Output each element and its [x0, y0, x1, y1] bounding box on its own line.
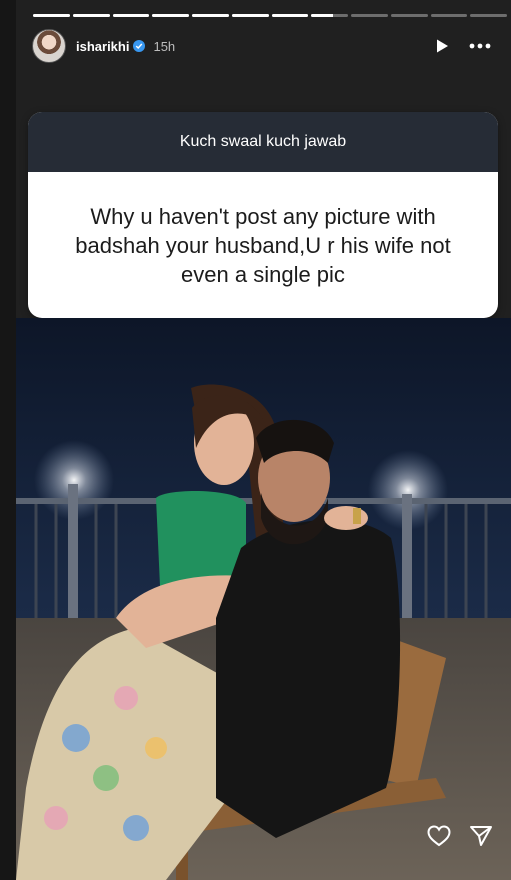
question-sticker-header: Kuch swaal kuch jawab: [28, 112, 498, 172]
question-text: Why u haven't post any picture with bads…: [75, 203, 451, 287]
more-options-icon[interactable]: [465, 31, 495, 61]
verified-badge-icon: [133, 40, 146, 52]
progress-segment: [390, 14, 428, 17]
progress-segment: [470, 14, 507, 17]
progress-segment: [72, 14, 110, 17]
story-progress-bar: [33, 14, 507, 17]
story-actions: [425, 822, 495, 850]
question-sticker: Kuch swaal kuch jawab Why u haven't post…: [28, 112, 498, 318]
story-photo: [16, 318, 511, 880]
post-time: 15h: [153, 38, 176, 54]
send-icon[interactable]: [467, 822, 495, 850]
progress-segment: [33, 14, 70, 17]
progress-segment: [192, 14, 229, 17]
heart-icon[interactable]: [425, 822, 453, 850]
avatar[interactable]: [32, 29, 66, 63]
story-viewer: isharikhi 15h Kuch swaal kuch jawab Why …: [16, 0, 511, 880]
story-header: isharikhi 15h: [32, 29, 495, 63]
progress-segment: [311, 14, 348, 17]
progress-segment: [271, 14, 309, 17]
progress-segment: [152, 14, 189, 17]
username[interactable]: isharikhi: [76, 39, 129, 54]
play-icon[interactable]: [427, 31, 457, 61]
progress-segment: [430, 14, 468, 17]
progress-segment: [231, 14, 269, 17]
progress-segment: [351, 14, 388, 17]
progress-segment: [112, 14, 150, 17]
